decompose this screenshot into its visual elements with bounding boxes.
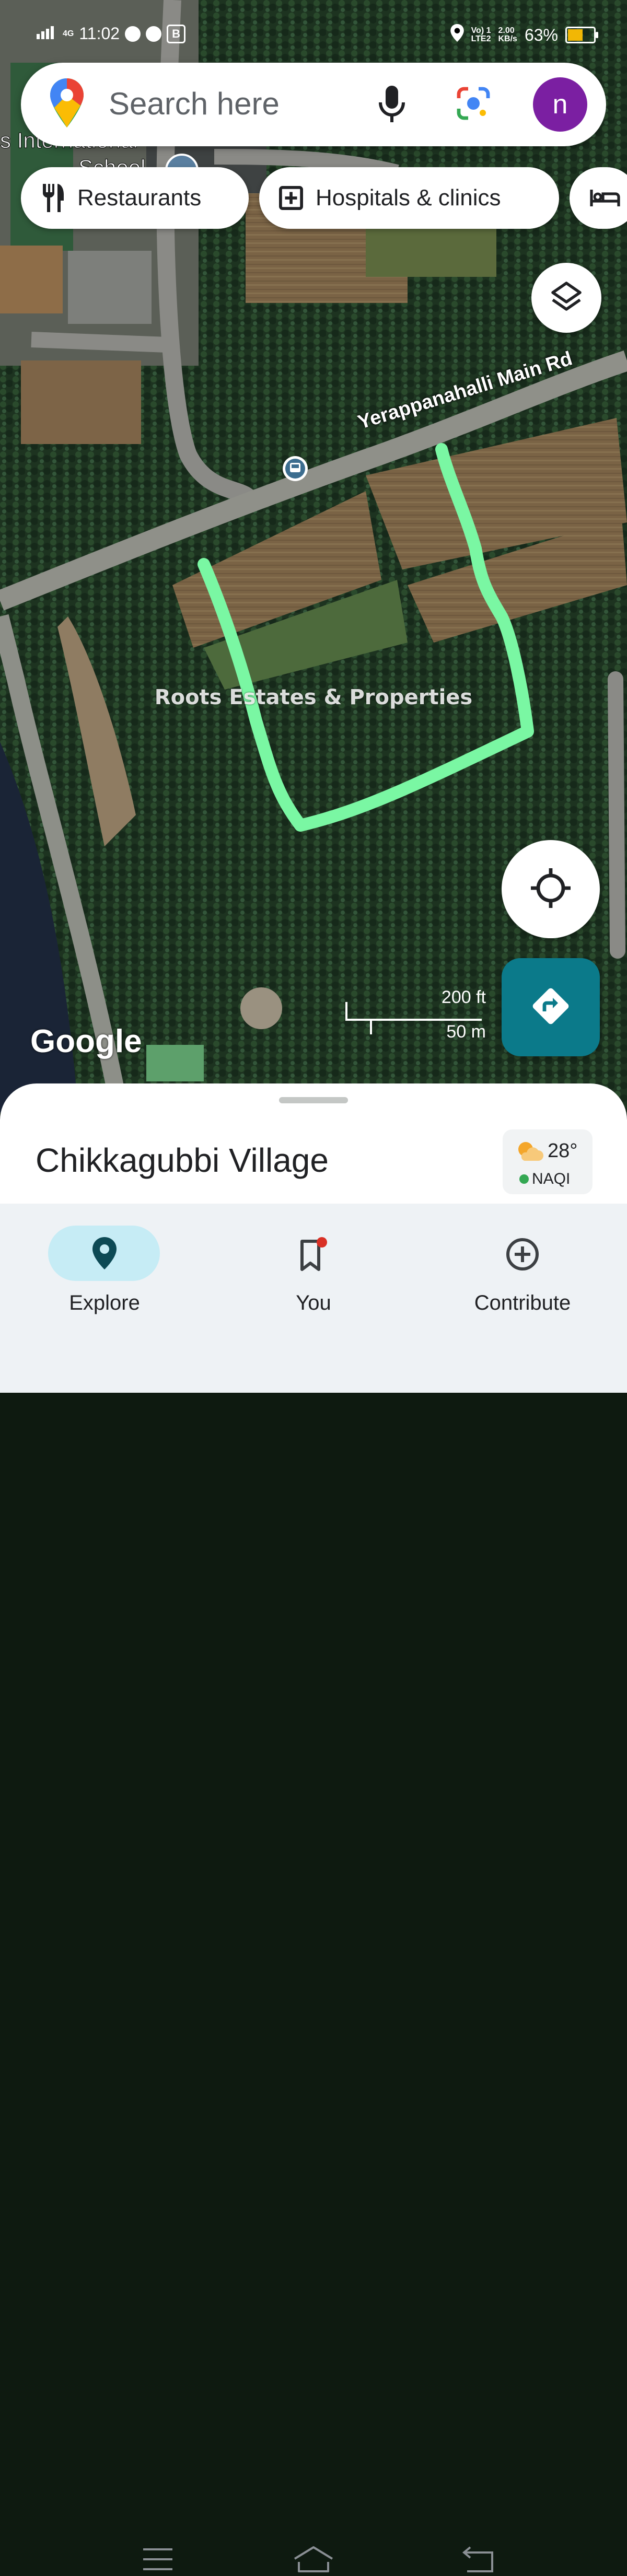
- chip-label: Hospitals & clinics: [316, 185, 501, 211]
- aqi-status-dot: [519, 1174, 529, 1184]
- place-bottom-sheet[interactable]: Chikkagubbi Village 28° NAQI: [0, 1083, 627, 1204]
- temperature: 28°: [548, 1140, 578, 1162]
- bus-stop-icon[interactable]: [283, 456, 308, 481]
- nav-you[interactable]: You: [230, 1214, 397, 1314]
- message-notification-icon: [146, 26, 162, 42]
- google-lens-icon[interactable]: [456, 86, 491, 124]
- nav-label: Contribute: [474, 1291, 571, 1314]
- chip-hotels[interactable]: [570, 167, 627, 229]
- home-icon[interactable]: [293, 2543, 334, 2576]
- pin-icon: [21, 1237, 188, 1269]
- weather-chip[interactable]: 28° NAQI: [503, 1129, 593, 1194]
- nav-label: You: [296, 1291, 331, 1314]
- network-type: 4G: [63, 29, 74, 38]
- volte-indicator: Vo) 1 LTE2: [471, 26, 491, 43]
- back-icon[interactable]: [462, 2545, 494, 2576]
- scale-m: 50 m: [446, 1022, 486, 1042]
- map-layers-button[interactable]: [531, 263, 601, 333]
- nav-contribute[interactable]: Contribute: [439, 1214, 606, 1314]
- b-notification-icon: B: [167, 24, 186, 43]
- directions-icon: [531, 986, 571, 1029]
- menu-icon[interactable]: [142, 2546, 173, 2575]
- nav-label: Explore: [69, 1291, 140, 1314]
- hospital-plus-icon: [279, 186, 303, 210]
- crosshair-icon: [530, 867, 572, 912]
- account-avatar[interactable]: n: [533, 77, 587, 132]
- youtube-notification-icon: [125, 26, 141, 42]
- sheet-drag-handle[interactable]: [279, 1097, 348, 1103]
- aqi-label: NAQI: [532, 1170, 571, 1187]
- battery-icon: [565, 27, 598, 43]
- clock: 11:02: [79, 24, 120, 43]
- google-logo: Google: [30, 1023, 142, 1059]
- bookmark-icon: [230, 1237, 397, 1272]
- chip-label: Restaurants: [77, 185, 202, 211]
- bottom-navigation: Explore You Contribute: [0, 1204, 627, 2572]
- google-maps-pin-icon: [50, 78, 84, 131]
- signal-icon: [37, 24, 57, 43]
- bed-icon: [589, 188, 621, 208]
- directions-button[interactable]: [502, 958, 600, 1056]
- my-location-button[interactable]: [502, 840, 600, 938]
- fork-knife-icon: [41, 184, 65, 212]
- map-scale-bar: 200 ft 50 m: [345, 987, 486, 1042]
- location-icon: [450, 24, 464, 46]
- search-bar[interactable]: Search here n: [21, 63, 606, 146]
- status-bar: 4G 11:02 B Vo) 1 LTE2 2.00 KB/s 63%: [0, 21, 627, 52]
- search-input[interactable]: Search here: [109, 86, 280, 122]
- add-circle-icon: [439, 1237, 606, 1272]
- chip-hospitals[interactable]: Hospitals & clinics: [259, 167, 559, 229]
- scale-ft: 200 ft: [441, 987, 486, 1007]
- place-title: Chikkagubbi Village: [36, 1141, 329, 1179]
- chip-restaurants[interactable]: Restaurants: [21, 167, 249, 229]
- watermark-text: Roots Estates & Properties: [154, 685, 473, 709]
- battery-percent: 63%: [524, 25, 558, 44]
- layers-icon: [550, 280, 583, 316]
- partly-cloudy-icon: [516, 1140, 543, 1165]
- network-speed: 2.00 KB/s: [498, 26, 517, 43]
- microphone-icon[interactable]: [377, 86, 407, 126]
- nav-explore[interactable]: Explore: [21, 1214, 188, 1314]
